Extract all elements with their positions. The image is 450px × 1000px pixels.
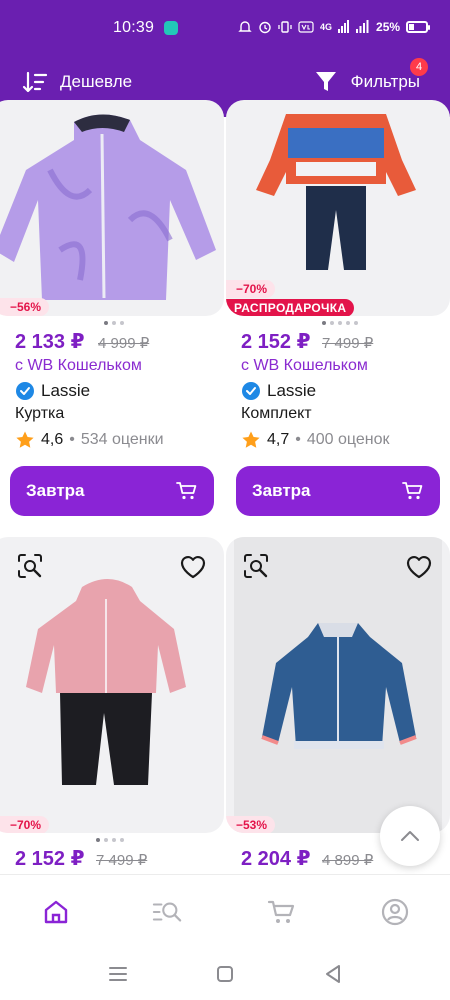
cart-icon	[176, 482, 197, 500]
product-photo-jacket	[0, 114, 216, 300]
sort-button[interactable]: Дешевле	[22, 70, 132, 94]
reviews-count: 400 оценок	[306, 431, 390, 448]
delivery-label: Завтра	[26, 481, 85, 500]
sort-label: Дешевле	[60, 72, 133, 91]
product-brand[interactable]: Lassie	[15, 381, 90, 401]
product-old-price: 7 499 ₽	[322, 335, 374, 352]
add-to-cart-button[interactable]: Завтра	[236, 466, 440, 516]
nav-cart[interactable]	[266, 897, 296, 927]
product-name[interactable]: Комплект	[241, 405, 312, 423]
home-square-icon[interactable]	[213, 962, 237, 986]
chevron-up-icon	[401, 831, 419, 841]
brand-name: Lassie	[41, 381, 91, 400]
cart-icon	[402, 482, 423, 500]
reviews-count: 534 оценки	[80, 431, 164, 448]
product-price: 2 152 ₽	[15, 848, 85, 870]
alarm-icon	[259, 21, 271, 34]
discount-badge: −53%	[226, 816, 276, 833]
filter-icon	[315, 72, 336, 91]
product-old-price: 7 499 ₽	[96, 852, 148, 869]
battery-icon	[406, 21, 431, 33]
image-pagination-dots	[104, 321, 124, 325]
filter-label: Фильтры	[350, 72, 420, 91]
product-image[interactable]: −53%	[226, 537, 450, 833]
verified-badge-icon	[16, 382, 34, 400]
vibrate-icon	[278, 21, 292, 33]
product-image[interactable]: −70% РАСПРОДАРОЧКА	[226, 100, 450, 316]
product-photo-bomber	[234, 537, 442, 833]
rating-separator: •	[295, 431, 301, 448]
sort-icon	[22, 71, 48, 93]
visual-search-icon[interactable]	[242, 552, 270, 580]
chat-notification-icon	[164, 21, 178, 35]
status-time: 10:39	[113, 19, 155, 36]
rating-value: 4,7	[267, 431, 290, 448]
sale-tag: РАСПРОДАРОЧКА	[226, 299, 355, 316]
favorite-heart-icon[interactable]	[404, 552, 434, 580]
scroll-to-top-button[interactable]	[380, 806, 440, 866]
discount-badge: −70%	[0, 816, 50, 833]
product-price: 2 133 ₽	[15, 331, 85, 353]
wallet-price-note[interactable]: с WB Кошельком	[15, 357, 142, 375]
profile-icon	[381, 898, 409, 926]
product-old-price: 4 899 ₽	[322, 852, 374, 869]
product-rating: 4,7 • 400 оценок	[241, 430, 390, 450]
favorite-heart-icon[interactable]	[178, 552, 208, 580]
product-brand[interactable]: Lassie	[241, 381, 316, 401]
catalog-search-icon	[152, 902, 182, 922]
bottom-navigation	[0, 874, 450, 948]
visual-search-icon[interactable]	[16, 552, 44, 580]
product-photo-pink-set	[26, 579, 186, 785]
star-icon	[242, 431, 260, 448]
filter-count-badge: 4	[410, 58, 428, 76]
brand-name: Lassie	[267, 381, 317, 400]
product-rating: 4,6 • 534 оценки	[15, 430, 164, 450]
network-type-label: 4G	[320, 22, 333, 32]
product-price: 2 152 ₽	[241, 331, 311, 353]
rating-value: 4,6	[41, 431, 64, 448]
system-navigation-bar	[0, 948, 450, 1000]
cart-icon	[267, 900, 295, 923]
discount-badge: −56%	[0, 298, 50, 316]
product-image[interactable]: −70%	[0, 537, 224, 833]
battery-percent: 25%	[376, 20, 401, 34]
nav-profile[interactable]	[380, 897, 410, 927]
verified-badge-icon	[242, 382, 260, 400]
filter-button[interactable]: Фильтры 4	[315, 58, 428, 94]
volte-icon	[298, 21, 314, 33]
product-image[interactable]: −56%	[0, 100, 224, 316]
product-name[interactable]: Куртка	[15, 405, 64, 423]
delivery-label: Завтра	[252, 481, 311, 500]
nav-catalog[interactable]	[152, 897, 182, 927]
product-old-price: 4 999 ₽	[98, 335, 150, 352]
back-icon[interactable]	[321, 962, 345, 986]
rating-separator: •	[69, 431, 75, 448]
home-icon	[44, 900, 68, 924]
wallet-price-note[interactable]: с WB Кошельком	[241, 357, 368, 375]
4g-signal-icon	[338, 20, 350, 33]
image-pagination-dots	[96, 838, 124, 842]
nav-home[interactable]	[41, 897, 71, 927]
signal-icon	[356, 20, 369, 33]
status-bar: 10:39 4G 25%	[0, 0, 450, 58]
notification-bell-icon	[238, 21, 252, 32]
menu-icon[interactable]	[106, 962, 130, 986]
image-pagination-dots	[322, 321, 358, 325]
discount-badge: −70%	[226, 280, 276, 298]
status-icons: 4G 25%	[238, 20, 431, 34]
star-icon	[16, 431, 34, 448]
product-price: 2 204 ₽	[241, 848, 311, 870]
add-to-cart-button[interactable]: Завтра	[10, 466, 214, 516]
